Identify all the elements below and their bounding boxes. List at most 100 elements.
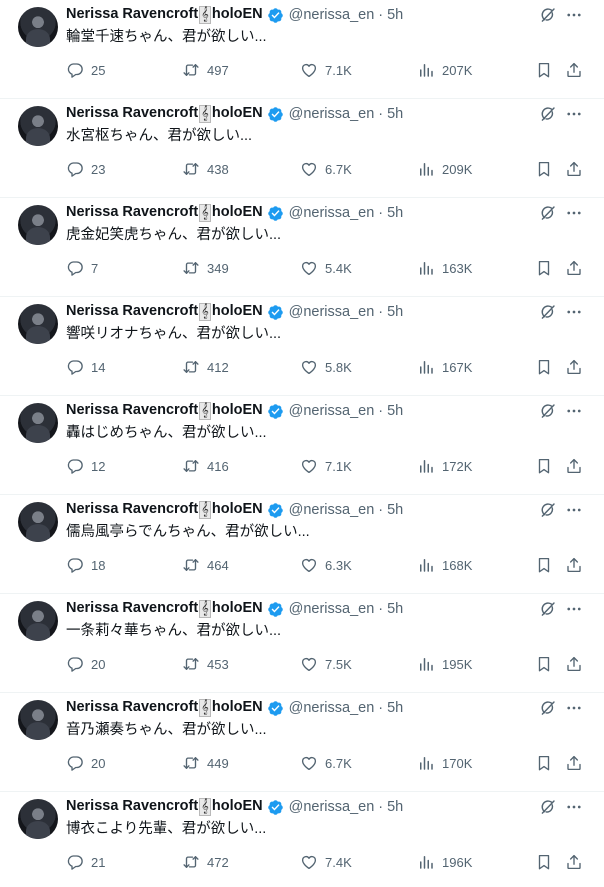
like-button[interactable]: 6.3K bbox=[300, 556, 352, 574]
grok-icon[interactable] bbox=[539, 105, 557, 123]
share-button[interactable] bbox=[565, 457, 583, 475]
user-handle[interactable]: @nerissa_en bbox=[289, 304, 375, 320]
user-handle[interactable]: @nerissa_en bbox=[289, 7, 375, 23]
tweet-timestamp[interactable]: 5h bbox=[387, 799, 403, 815]
more-icon[interactable] bbox=[565, 600, 583, 618]
share-button[interactable] bbox=[565, 556, 583, 574]
bookmark-button[interactable] bbox=[535, 556, 553, 574]
tweet[interactable]: Nerissa Ravencroft 𝄞 holoEN @nerissa_en · … bbox=[0, 396, 604, 495]
grok-icon[interactable] bbox=[539, 699, 557, 717]
tweet-timestamp[interactable]: 5h bbox=[387, 106, 403, 122]
reply-button[interactable]: 20 bbox=[66, 655, 105, 673]
share-button[interactable] bbox=[565, 655, 583, 673]
user-handle[interactable]: @nerissa_en bbox=[289, 502, 375, 518]
tweet-timestamp[interactable]: 5h bbox=[387, 700, 403, 716]
tweet-timestamp[interactable]: 5h bbox=[387, 205, 403, 221]
tweet[interactable]: Nerissa Ravencroft 𝄞 holoEN @nerissa_en · … bbox=[0, 792, 604, 887]
retweet-button[interactable]: 416 bbox=[182, 457, 229, 475]
bookmark-button[interactable] bbox=[535, 358, 553, 376]
like-button[interactable]: 6.7K bbox=[300, 160, 352, 178]
tweet[interactable]: Nerissa Ravencroft 𝄞 holoEN @nerissa_en · … bbox=[0, 693, 604, 792]
retweet-button[interactable]: 438 bbox=[182, 160, 229, 178]
grok-icon[interactable] bbox=[539, 798, 557, 816]
tweet-timestamp[interactable]: 5h bbox=[387, 7, 403, 23]
retweet-button[interactable]: 412 bbox=[182, 358, 229, 376]
more-icon[interactable] bbox=[565, 798, 583, 816]
avatar[interactable] bbox=[18, 304, 58, 344]
tweet-timestamp[interactable]: 5h bbox=[387, 502, 403, 518]
tweet[interactable]: Nerissa Ravencroft 𝄞 holoEN @nerissa_en · … bbox=[0, 495, 604, 594]
display-name[interactable]: Nerissa Ravencroft 𝄞 holoEN bbox=[66, 600, 263, 618]
views-button[interactable]: 207K bbox=[417, 61, 472, 79]
share-button[interactable] bbox=[565, 160, 583, 178]
reply-button[interactable]: 14 bbox=[66, 358, 105, 376]
verified-badge-icon[interactable] bbox=[267, 7, 284, 24]
user-handle[interactable]: @nerissa_en bbox=[289, 403, 375, 419]
bookmark-button[interactable] bbox=[535, 754, 553, 772]
user-handle[interactable]: @nerissa_en bbox=[289, 601, 375, 617]
tweet[interactable]: Nerissa Ravencroft 𝄞 holoEN @nerissa_en · … bbox=[0, 99, 604, 198]
display-name[interactable]: Nerissa Ravencroft 𝄞 holoEN bbox=[66, 501, 263, 519]
like-button[interactable]: 7.4K bbox=[300, 853, 352, 871]
views-button[interactable]: 168K bbox=[417, 556, 472, 574]
grok-icon[interactable] bbox=[539, 402, 557, 420]
tweet-timestamp[interactable]: 5h bbox=[387, 403, 403, 419]
verified-badge-icon[interactable] bbox=[267, 799, 284, 816]
share-button[interactable] bbox=[565, 61, 583, 79]
grok-icon[interactable] bbox=[539, 303, 557, 321]
retweet-button[interactable]: 453 bbox=[182, 655, 229, 673]
display-name[interactable]: Nerissa Ravencroft 𝄞 holoEN bbox=[66, 798, 263, 816]
more-icon[interactable] bbox=[565, 105, 583, 123]
more-icon[interactable] bbox=[565, 402, 583, 420]
user-handle[interactable]: @nerissa_en bbox=[289, 799, 375, 815]
user-handle[interactable]: @nerissa_en bbox=[289, 205, 375, 221]
verified-badge-icon[interactable] bbox=[267, 106, 284, 123]
bookmark-button[interactable] bbox=[535, 655, 553, 673]
avatar[interactable] bbox=[18, 799, 58, 839]
share-button[interactable] bbox=[565, 358, 583, 376]
bookmark-button[interactable] bbox=[535, 853, 553, 871]
share-button[interactable] bbox=[565, 259, 583, 277]
verified-badge-icon[interactable] bbox=[267, 403, 284, 420]
like-button[interactable]: 7.1K bbox=[300, 457, 352, 475]
more-icon[interactable] bbox=[565, 699, 583, 717]
avatar[interactable] bbox=[18, 106, 58, 146]
bookmark-button[interactable] bbox=[535, 457, 553, 475]
avatar[interactable] bbox=[18, 403, 58, 443]
avatar[interactable] bbox=[18, 205, 58, 245]
more-icon[interactable] bbox=[565, 6, 583, 24]
views-button[interactable]: 170K bbox=[417, 754, 472, 772]
display-name[interactable]: Nerissa Ravencroft 𝄞 holoEN bbox=[66, 204, 263, 222]
tweet[interactable]: Nerissa Ravencroft 𝄞 holoEN @nerissa_en · … bbox=[0, 297, 604, 396]
tweet[interactable]: Nerissa Ravencroft 𝄞 holoEN @nerissa_en · … bbox=[0, 0, 604, 99]
share-button[interactable] bbox=[565, 754, 583, 772]
avatar[interactable] bbox=[18, 700, 58, 740]
views-button[interactable]: 167K bbox=[417, 358, 472, 376]
verified-badge-icon[interactable] bbox=[267, 502, 284, 519]
reply-button[interactable]: 7 bbox=[66, 259, 98, 277]
reply-button[interactable]: 12 bbox=[66, 457, 105, 475]
user-handle[interactable]: @nerissa_en bbox=[289, 106, 375, 122]
views-button[interactable]: 163K bbox=[417, 259, 472, 277]
reply-button[interactable]: 21 bbox=[66, 853, 105, 871]
views-button[interactable]: 196K bbox=[417, 853, 472, 871]
reply-button[interactable]: 23 bbox=[66, 160, 105, 178]
reply-button[interactable]: 18 bbox=[66, 556, 105, 574]
grok-icon[interactable] bbox=[539, 204, 557, 222]
views-button[interactable]: 209K bbox=[417, 160, 472, 178]
grok-icon[interactable] bbox=[539, 501, 557, 519]
display-name[interactable]: Nerissa Ravencroft 𝄞 holoEN bbox=[66, 699, 263, 717]
bookmark-button[interactable] bbox=[535, 61, 553, 79]
avatar[interactable] bbox=[18, 7, 58, 47]
display-name[interactable]: Nerissa Ravencroft 𝄞 holoEN bbox=[66, 6, 263, 24]
bookmark-button[interactable] bbox=[535, 259, 553, 277]
more-icon[interactable] bbox=[565, 204, 583, 222]
bookmark-button[interactable] bbox=[535, 160, 553, 178]
share-button[interactable] bbox=[565, 853, 583, 871]
like-button[interactable]: 7.1K bbox=[300, 61, 352, 79]
like-button[interactable]: 6.7K bbox=[300, 754, 352, 772]
grok-icon[interactable] bbox=[539, 6, 557, 24]
like-button[interactable]: 5.4K bbox=[300, 259, 352, 277]
retweet-button[interactable]: 497 bbox=[182, 61, 229, 79]
like-button[interactable]: 5.8K bbox=[300, 358, 352, 376]
